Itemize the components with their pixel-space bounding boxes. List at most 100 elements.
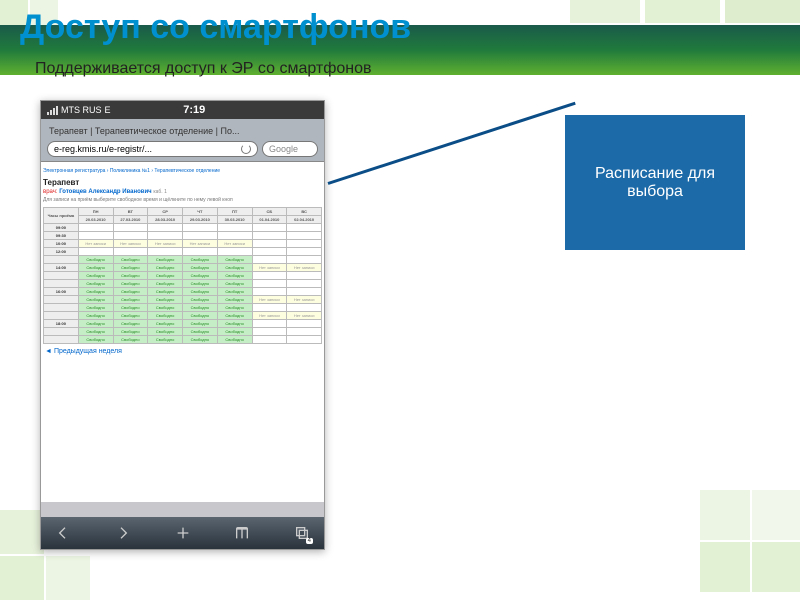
slot-cell[interactable]: Свободно (217, 304, 252, 312)
forward-button[interactable] (111, 521, 135, 545)
slot-cell[interactable]: Свободно (217, 312, 252, 320)
slot-cell[interactable]: Свободно (113, 256, 148, 264)
schedule-table: Часы приёма ПН ВТ СР ЧТ ПТ СБ ВС 20.03.2… (43, 207, 322, 344)
slot-cell (183, 232, 218, 240)
slot-cell[interactable]: Свободно (78, 304, 113, 312)
slot-cell (148, 248, 183, 256)
url-field[interactable]: e-reg.kmis.ru/e-registr/... (47, 141, 258, 157)
slot-cell[interactable]: Свободно (148, 320, 183, 328)
status-bar: MTS RUS E 7:19 (41, 101, 324, 119)
doctor-name[interactable]: Готовцев Александр Иванович (59, 189, 151, 195)
slot-cell[interactable]: Свободно (183, 288, 218, 296)
back-button[interactable] (51, 521, 75, 545)
slot-cell[interactable]: Свободно (183, 336, 218, 344)
slot-cell[interactable]: Свободно (148, 256, 183, 264)
prev-week-link[interactable]: ◄ Предыдущая неделя (43, 344, 322, 359)
slot-cell[interactable]: Свободно (78, 256, 113, 264)
signal-icon (47, 106, 58, 115)
slot-cell[interactable]: Свободно (183, 304, 218, 312)
slot-cell[interactable]: Свободно (148, 328, 183, 336)
slot-cell[interactable]: Свободно (217, 320, 252, 328)
slot-cell[interactable]: Свободно (183, 320, 218, 328)
add-button[interactable] (171, 521, 195, 545)
table-row: 14:00СвободноСвободноСвободноСвободноСво… (44, 264, 322, 272)
slot-cell[interactable]: Свободно (217, 256, 252, 264)
slot-cell[interactable]: Свободно (78, 328, 113, 336)
slot-cell[interactable]: Свободно (78, 272, 113, 280)
slot-cell (252, 232, 287, 240)
slot-cell[interactable]: Свободно (78, 320, 113, 328)
slot-cell (287, 248, 322, 256)
slot-cell[interactable]: Свободно (113, 304, 148, 312)
slot-cell[interactable]: Свободно (148, 296, 183, 304)
time-cell (44, 256, 79, 264)
slot-cell[interactable]: Свободно (183, 256, 218, 264)
slot-cell[interactable]: Свободно (183, 312, 218, 320)
table-row: 10:00Нет записиНет записиНет записиНет з… (44, 240, 322, 248)
slot-cell[interactable]: Свободно (78, 336, 113, 344)
pages-button[interactable]: 4 (290, 521, 314, 545)
slot-cell[interactable]: Свободно (183, 280, 218, 288)
table-header-row: Часы приёма ПН ВТ СР ЧТ ПТ СБ ВС (44, 208, 322, 216)
search-field[interactable]: Google (262, 141, 318, 157)
slide-subtitle: Поддерживается доступ к ЭР со смартфонов (35, 60, 372, 78)
slot-cell[interactable]: Свободно (183, 264, 218, 272)
slot-cell[interactable]: Свободно (183, 296, 218, 304)
clock: 7:19 (183, 104, 205, 116)
table-row: 16:00СвободноСвободноСвободноСвободноСво… (44, 288, 322, 296)
slot-cell[interactable]: Свободно (148, 336, 183, 344)
time-cell: 10:00 (44, 240, 79, 248)
slot-cell[interactable]: Свободно (148, 304, 183, 312)
slot-cell[interactable]: Свободно (217, 328, 252, 336)
slot-cell[interactable]: Свободно (113, 280, 148, 288)
slot-cell[interactable]: Свободно (78, 312, 113, 320)
slot-cell[interactable]: Свободно (113, 272, 148, 280)
slot-cell: Нет записи (287, 264, 322, 272)
slot-cell (148, 224, 183, 232)
slot-cell (148, 232, 183, 240)
time-cell: 14:00 (44, 264, 79, 272)
time-cell (44, 336, 79, 344)
slot-cell (287, 240, 322, 248)
slot-cell[interactable]: Свободно (78, 296, 113, 304)
bookmarks-button[interactable] (230, 521, 254, 545)
slot-cell[interactable]: Свободно (113, 296, 148, 304)
breadcrumb[interactable]: Электронная регистратура › Поликлиника №… (43, 166, 322, 176)
network-label: E (105, 105, 111, 115)
slot-cell[interactable]: Свободно (113, 264, 148, 272)
slot-cell[interactable]: Свободно (113, 288, 148, 296)
slot-cell[interactable]: Свободно (148, 264, 183, 272)
slot-cell[interactable]: Свободно (78, 280, 113, 288)
instruction-text: Для записи на приём выберите свободное в… (43, 195, 322, 205)
slot-cell[interactable]: Свободно (217, 296, 252, 304)
slot-cell[interactable]: Свободно (148, 280, 183, 288)
slot-cell[interactable]: Свободно (148, 312, 183, 320)
slot-cell[interactable]: Свободно (217, 288, 252, 296)
slot-cell[interactable]: Свободно (78, 288, 113, 296)
slot-cell[interactable]: Свободно (217, 272, 252, 280)
table-row: 12:00 (44, 248, 322, 256)
slot-cell[interactable]: Свободно (113, 312, 148, 320)
slot-cell: Нет записи (287, 296, 322, 304)
slot-cell (183, 248, 218, 256)
slot-cell[interactable]: Свободно (113, 320, 148, 328)
slot-cell[interactable]: Свободно (217, 264, 252, 272)
reload-icon[interactable] (241, 144, 251, 154)
table-row: СвободноСвободноСвободноСвободноСвободно (44, 328, 322, 336)
slot-cell[interactable]: Свободно (217, 336, 252, 344)
table-row: 09:00 (44, 224, 322, 232)
time-header: Часы приёма (44, 208, 79, 224)
slot-cell[interactable]: Свободно (183, 328, 218, 336)
slot-cell (287, 336, 322, 344)
slot-cell (287, 288, 322, 296)
slot-cell[interactable]: Свободно (78, 264, 113, 272)
slot-cell[interactable]: Свободно (217, 280, 252, 288)
slot-cell[interactable]: Свободно (148, 288, 183, 296)
table-row: СвободноСвободноСвободноСвободноСвободно (44, 256, 322, 264)
slot-cell[interactable]: Свободно (113, 336, 148, 344)
time-cell (44, 304, 79, 312)
slot-cell (287, 224, 322, 232)
slot-cell[interactable]: Свободно (113, 328, 148, 336)
slot-cell[interactable]: Свободно (148, 272, 183, 280)
slot-cell[interactable]: Свободно (183, 272, 218, 280)
